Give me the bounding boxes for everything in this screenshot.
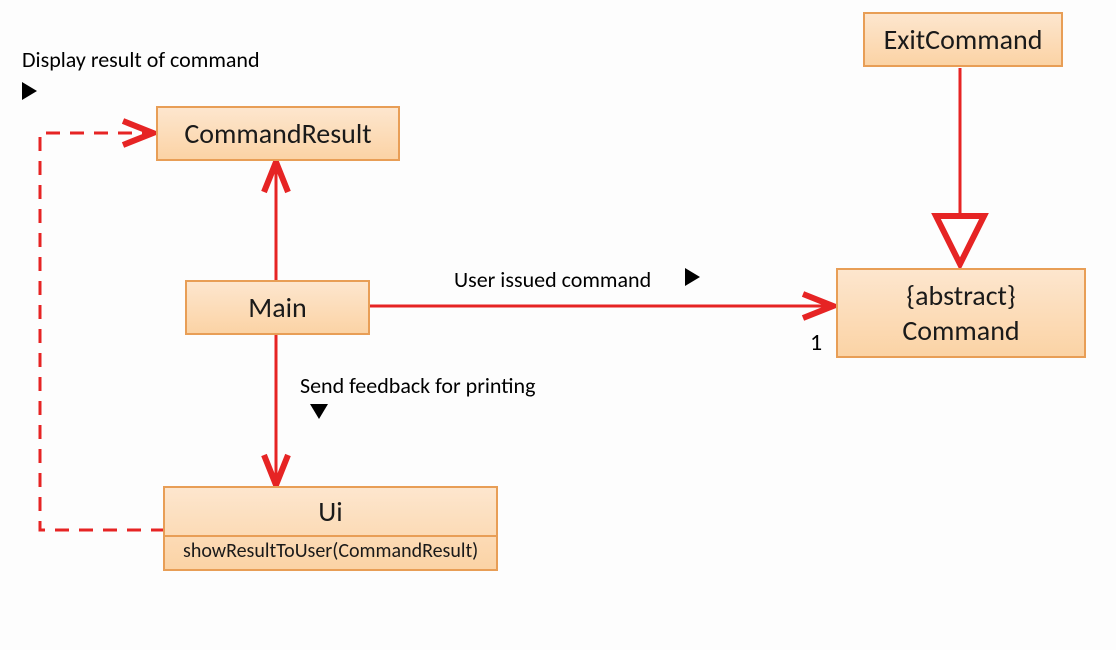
class-exitcommand-box: ExitCommand — [863, 12, 1063, 67]
class-command-label: Command — [852, 313, 1070, 348]
class-commandresult-label: CommandResult — [184, 116, 371, 151]
class-exitcommand-label: ExitCommand — [884, 22, 1043, 57]
class-main-label: Main — [248, 290, 307, 325]
class-ui-label: Ui — [183, 494, 478, 529]
class-command-box: {abstract} Command — [836, 268, 1086, 358]
class-command-stereotype: {abstract} — [852, 278, 1070, 313]
triangle-send-feedback — [310, 404, 328, 419]
ui-compartment-divider — [165, 535, 496, 537]
class-main-box: Main — [185, 280, 370, 335]
multiplicity-command: 1 — [810, 328, 822, 357]
class-ui-method: showResultToUser(CommandResult) — [183, 539, 478, 563]
label-send-feedback: Send feedback for printing — [300, 372, 535, 399]
class-commandresult-box: CommandResult — [156, 106, 400, 161]
edge-ui-commandresult-dashed — [40, 133, 165, 530]
triangle-user-issued — [685, 268, 700, 286]
label-display-result: Display result of command — [22, 46, 260, 73]
class-ui-box: Ui showResultToUser(CommandResult) — [163, 486, 498, 571]
label-user-issued: User issued command — [454, 266, 651, 293]
triangle-display-result — [22, 82, 37, 100]
